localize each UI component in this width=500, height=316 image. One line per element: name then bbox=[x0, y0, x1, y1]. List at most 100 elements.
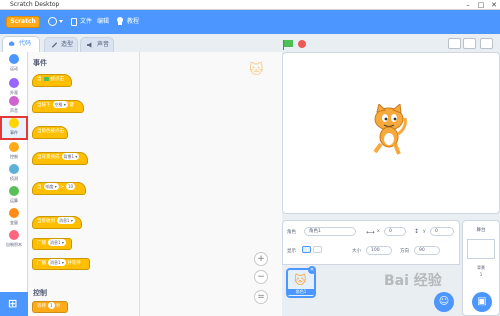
tab-code-label: 代码 bbox=[19, 40, 32, 47]
extension-icon: ⊞ bbox=[8, 297, 18, 310]
stage-thumbnail bbox=[467, 239, 495, 259]
green-flag-run-button[interactable] bbox=[283, 40, 293, 50]
zoom-out-button[interactable]: − bbox=[254, 270, 268, 284]
hide-eye-icon[interactable] bbox=[313, 246, 322, 253]
language-globe-icon[interactable] bbox=[48, 17, 57, 26]
block-suffix: 并等待 bbox=[67, 261, 81, 266]
cat-sprite-icon[interactable] bbox=[367, 104, 411, 156]
backdrop-count: 1 bbox=[479, 272, 483, 277]
category-sound[interactable]: 声音 bbox=[0, 94, 28, 118]
events-section-title: 事件 bbox=[33, 59, 47, 67]
block-broadcast-and-wait[interactable]: 广播 消息1 ▾ 并等待 bbox=[32, 258, 90, 270]
zoom-in-icon: + bbox=[257, 254, 265, 264]
window-titlebar: Scratch Desktop – □ ✕ bbox=[0, 0, 500, 10]
green-flag-icon bbox=[43, 76, 49, 81]
menu-tutorials[interactable]: 教程 bbox=[127, 16, 139, 28]
block-suffix: 秒 bbox=[55, 304, 61, 309]
large-stage-button[interactable] bbox=[463, 38, 476, 49]
block-when-flag-clicked[interactable]: 当 被点击 bbox=[32, 74, 72, 87]
close-window-button[interactable]: ✕ bbox=[488, 0, 500, 10]
minimize-button[interactable]: – bbox=[462, 0, 474, 10]
block-when-receive[interactable]: 当接收到 消息1 ▾ bbox=[32, 216, 82, 229]
my-blocks-dot-icon bbox=[9, 230, 19, 240]
category-motion[interactable]: 运动 bbox=[0, 52, 28, 76]
fullscreen-button[interactable] bbox=[480, 38, 493, 49]
delete-sprite-icon[interactable]: ✕ bbox=[308, 266, 316, 274]
block-text: 广播 bbox=[37, 261, 46, 266]
tab-sounds[interactable]: 声音 bbox=[80, 37, 114, 52]
tab-costumes[interactable]: 造型 bbox=[44, 37, 78, 52]
variables-dot-icon bbox=[9, 208, 19, 218]
choose-sprite-button[interactable]: ☺ bbox=[434, 292, 454, 312]
sprite-name-label: 角色 bbox=[287, 230, 296, 235]
block-text: 当 bbox=[37, 77, 42, 82]
block-text: 当 bbox=[37, 185, 42, 190]
category-control[interactable]: 控制 bbox=[0, 140, 28, 164]
block-broadcast[interactable]: 广播 消息1 ▾ bbox=[32, 238, 72, 250]
category-label: 事件 bbox=[10, 130, 18, 135]
sprite-thumbnail-label: 角色1 bbox=[288, 289, 314, 295]
category-variables[interactable]: 变量 bbox=[0, 206, 28, 230]
message-dropdown[interactable]: 消息1 ▾ bbox=[57, 217, 75, 224]
category-sidebar: 运动 外观 声音 事件 控制 侦测 运算 变量 自制积木 bbox=[0, 52, 28, 292]
chevron-down-icon bbox=[59, 20, 63, 23]
y-arrows-icon: ↕ bbox=[414, 228, 420, 235]
category-sensing[interactable]: 侦测 bbox=[0, 162, 28, 186]
block-text: 广播 bbox=[37, 241, 46, 246]
x-label: x bbox=[377, 229, 380, 234]
add-extension-button[interactable]: ⊞ bbox=[0, 292, 28, 316]
x-arrows-icon: ⟷ bbox=[366, 229, 375, 236]
zoom-reset-button[interactable]: = bbox=[254, 290, 268, 304]
sprite-name-input[interactable]: 角色1 bbox=[304, 227, 356, 236]
message-dropdown[interactable]: 消息1 ▾ bbox=[48, 239, 66, 246]
size-label: 大小 bbox=[352, 249, 361, 254]
direction-label: 方向 bbox=[400, 249, 409, 254]
window-title: Scratch Desktop bbox=[10, 1, 60, 8]
cat-add-icon: ☺ bbox=[438, 296, 450, 307]
key-dropdown[interactable]: 空格 ▾ bbox=[52, 101, 68, 108]
choose-backdrop-button[interactable]: ▣ bbox=[472, 292, 492, 312]
block-when-backdrop-switches[interactable]: 当背景换成 背景1 ▾ bbox=[32, 152, 88, 165]
sound-dot-icon bbox=[9, 96, 19, 106]
block-when-loudness[interactable]: 当响度 ▾ >10 bbox=[32, 182, 86, 195]
x-position-input[interactable]: 0 bbox=[384, 227, 406, 236]
motion-dot-icon bbox=[9, 54, 19, 64]
message-dropdown[interactable]: 消息1 ▾ bbox=[48, 259, 66, 266]
menu-edit[interactable]: 编辑 bbox=[97, 16, 109, 28]
category-label: 控制 bbox=[10, 154, 18, 159]
y-position-input[interactable]: 0 bbox=[430, 227, 454, 236]
category-my-blocks[interactable]: 自制积木 bbox=[0, 228, 28, 252]
stage-panel-title: 舞台 bbox=[476, 228, 486, 233]
backdrop-dropdown[interactable]: 背景1 ▾ bbox=[61, 153, 80, 160]
zoom-in-button[interactable]: + bbox=[254, 252, 268, 266]
category-label: 声音 bbox=[10, 108, 18, 113]
tab-costumes-label: 造型 bbox=[61, 41, 74, 48]
sensing-dot-icon bbox=[9, 164, 19, 174]
loudness-value-input[interactable]: 10 bbox=[66, 183, 76, 190]
category-label: 运算 bbox=[10, 198, 18, 203]
direction-input[interactable]: 90 bbox=[414, 246, 440, 255]
baidu-watermark: Bai 经验 bbox=[384, 273, 442, 289]
block-when-sprite-clicked[interactable]: 当角色被点击 bbox=[32, 126, 68, 139]
tab-code[interactable]: 代码 bbox=[2, 36, 40, 52]
block-suffix: 被点击 bbox=[50, 77, 65, 82]
zoom-reset-icon: = bbox=[257, 292, 265, 302]
block-wait[interactable]: 等待 1 秒 bbox=[32, 301, 68, 313]
file-icon bbox=[71, 18, 77, 26]
stop-button[interactable] bbox=[298, 40, 306, 48]
show-visible-eye-icon[interactable] bbox=[302, 246, 311, 253]
small-stage-button[interactable] bbox=[448, 38, 461, 49]
maximize-button[interactable]: □ bbox=[475, 0, 487, 10]
size-input[interactable]: 100 bbox=[366, 246, 392, 255]
tab-sounds-label: 声音 bbox=[97, 41, 110, 48]
scratch-logo[interactable]: Scratch bbox=[6, 16, 40, 28]
category-label: 变量 bbox=[10, 220, 18, 225]
loudness-dropdown[interactable]: 响度 ▾ bbox=[43, 183, 59, 190]
category-label: 自制积木 bbox=[6, 242, 22, 247]
editor-tabs: 代码 造型 声音 bbox=[0, 34, 282, 52]
category-events[interactable]: 事件 bbox=[0, 116, 28, 140]
block-when-key-pressed[interactable]: 当按下 空格 ▾ 键 bbox=[32, 100, 84, 113]
category-operators[interactable]: 运算 bbox=[0, 184, 28, 208]
menu-file[interactable]: 文件 bbox=[80, 16, 92, 28]
wait-seconds-input[interactable]: 1 bbox=[48, 302, 55, 309]
